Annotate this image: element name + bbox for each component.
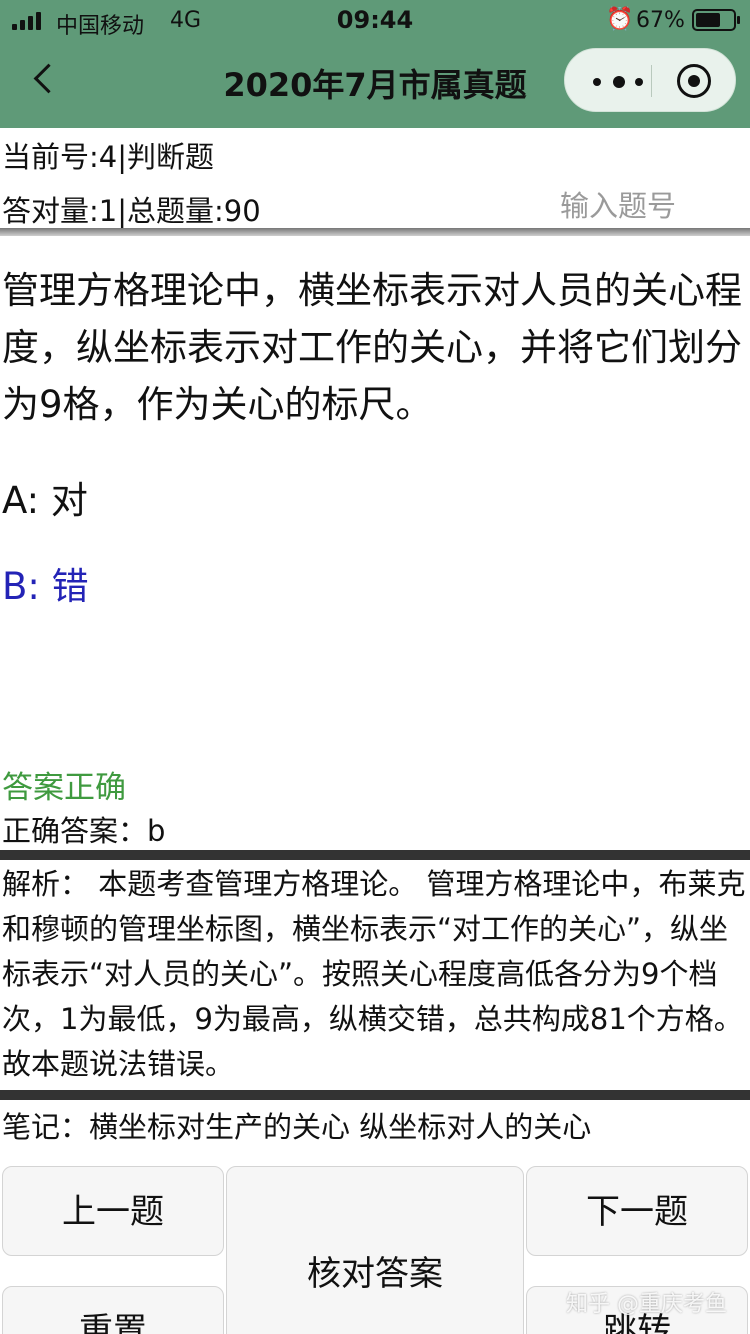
- prev-question-button[interactable]: 上一题: [2, 1166, 224, 1256]
- close-target-icon[interactable]: [677, 64, 711, 98]
- option-a[interactable]: A: 对: [2, 470, 88, 524]
- score-info: 答对量:1|总题量:90: [2, 194, 261, 228]
- capsule-divider: [651, 65, 652, 97]
- header: 中国移动 4G 09:44 ⏰ 67% 2020年7月市属真题: [0, 0, 750, 128]
- back-chevron-icon[interactable]: [26, 56, 66, 104]
- reset-button[interactable]: 重置: [2, 1286, 224, 1334]
- battery-icon: [692, 9, 740, 31]
- result-status: 答案正确: [2, 770, 126, 806]
- page-title: 2020年7月市属真题: [223, 66, 527, 104]
- question-text: 管理方格理论中，横坐标表示对人员的关心程度，纵坐标表示对工作的关心，并将它们划分…: [2, 269, 742, 426]
- question-number-input[interactable]: [560, 184, 740, 228]
- next-question-button[interactable]: 下一题: [526, 1166, 748, 1256]
- alarm-icon: ⏰: [606, 7, 634, 32]
- correct-answer: 正确答案：b: [2, 814, 166, 848]
- divider: [0, 850, 750, 860]
- status-bar: 中国移动 4G 09:44 ⏰ 67%: [0, 0, 750, 40]
- divider: [0, 228, 750, 236]
- mini-program-capsule: [564, 48, 736, 112]
- watermark: 知乎 @重庆考鱼: [566, 1292, 727, 1317]
- notes-text: 笔记：横坐标对生产的关心 纵坐标对人的关心: [2, 1110, 592, 1144]
- current-question-info: 当前号:4|判断题: [2, 140, 214, 174]
- more-dots-icon[interactable]: [585, 66, 655, 96]
- analysis-text: 解析： 本题考查管理方格理论。 管理方格理论中，布莱克和穆顿的管理坐标图，横坐标…: [2, 867, 746, 1081]
- check-answer-button[interactable]: 核对答案: [226, 1166, 524, 1334]
- battery-percent: 67%: [636, 8, 685, 33]
- option-b[interactable]: B: 错: [2, 556, 89, 610]
- divider: [0, 1090, 750, 1100]
